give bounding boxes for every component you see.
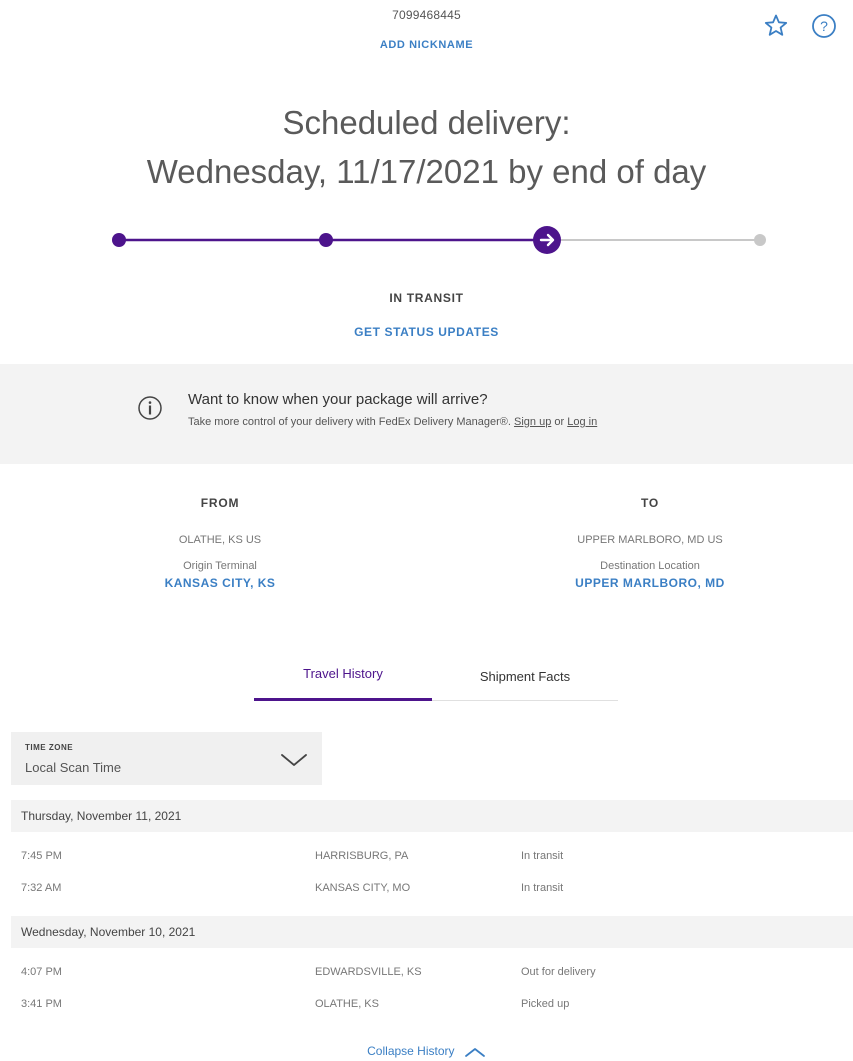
- event-time: 7:32 AM: [21, 882, 62, 894]
- to-heading: TO: [640, 496, 660, 510]
- history-event: 3:41 PM OLATHE, KS Picked up: [11, 990, 853, 1022]
- to-location-link[interactable]: UPPER MARLBORO, MD: [520, 576, 780, 590]
- question-circle-icon[interactable]: ?: [810, 12, 838, 40]
- event-time: 3:41 PM: [21, 998, 62, 1010]
- progress-step-pending: [754, 234, 766, 246]
- time-zone-value: Local Scan Time: [25, 760, 122, 775]
- history-date: Thursday, November 11, 2021: [11, 800, 853, 832]
- delivery-heading: Scheduled delivery:: [282, 104, 571, 141]
- history-tabs: Travel History Shipment Facts: [254, 661, 618, 701]
- promo-subtitle: Take more control of your delivery with …: [188, 416, 597, 428]
- history-event: 7:45 PM HARRISBURG, PA In transit: [11, 842, 853, 874]
- event-location: EDWARDSVILLE, KS: [315, 966, 422, 978]
- promo-text: Take more control of your delivery with …: [188, 416, 511, 428]
- history-event: 7:32 AM KANSAS CITY, MO In transit: [11, 874, 853, 906]
- to-location-type: Destination Location: [600, 560, 700, 572]
- status-label: IN TRANSIT: [389, 291, 464, 305]
- star-icon[interactable]: [762, 12, 790, 40]
- promo-title: Want to know when your package will arri…: [188, 391, 488, 408]
- tab-travel-history[interactable]: Travel History: [254, 661, 432, 701]
- event-status: Picked up: [521, 998, 570, 1010]
- from-location-type: Origin Terminal: [183, 560, 257, 572]
- travel-history: Thursday, November 11, 2021 7:45 PM HARR…: [11, 800, 853, 1032]
- to-city: UPPER MARLBORO, MD US: [577, 534, 723, 546]
- promo-or: or: [554, 416, 565, 428]
- svg-text:?: ?: [820, 18, 828, 34]
- collapse-history-label: Collapse History: [367, 1044, 455, 1058]
- chevron-up-icon: [464, 1047, 485, 1057]
- time-zone-label: TIME ZONE: [25, 743, 74, 752]
- from-city: OLATHE, KS US: [178, 534, 262, 546]
- info-circle-icon: [136, 394, 164, 422]
- event-status: Out for delivery: [521, 966, 596, 978]
- progress-step-complete: [319, 233, 333, 247]
- history-date: Wednesday, November 10, 2021: [11, 916, 853, 948]
- sign-up-link[interactable]: Sign up: [514, 416, 551, 428]
- from-location-link[interactable]: KANSAS CITY, KS: [90, 576, 350, 590]
- add-nickname-link[interactable]: ADD NICKNAME: [0, 39, 853, 51]
- event-location: OLATHE, KS: [315, 998, 379, 1010]
- chevron-down-icon: [279, 752, 309, 768]
- event-location: HARRISBURG, PA: [315, 850, 409, 862]
- get-status-updates-link[interactable]: GET STATUS UPDATES: [0, 325, 853, 339]
- tracking-number: 7099468445: [392, 8, 461, 22]
- progress-tracker: [100, 222, 780, 258]
- collapse-history-button[interactable]: Collapse History: [0, 1044, 853, 1058]
- event-time: 7:45 PM: [21, 850, 62, 862]
- progress-step-complete: [112, 233, 126, 247]
- from-heading: FROM: [200, 496, 240, 510]
- to-section: TO UPPER MARLBORO, MD US Destination Loc…: [520, 496, 780, 590]
- event-time: 4:07 PM: [21, 966, 62, 978]
- event-location: KANSAS CITY, MO: [315, 882, 411, 894]
- event-status: In transit: [521, 882, 564, 894]
- delivery-date: Wednesday, 11/17/2021 by end of day: [146, 153, 707, 190]
- time-zone-select[interactable]: TIME ZONE Local Scan Time: [11, 732, 322, 785]
- log-in-link[interactable]: Log in: [567, 416, 597, 428]
- tab-shipment-facts[interactable]: Shipment Facts: [432, 661, 618, 701]
- delivery-manager-banner: Want to know when your package will arri…: [0, 364, 853, 464]
- event-status: In transit: [521, 850, 564, 862]
- history-event: 4:07 PM EDWARDSVILLE, KS Out for deliver…: [11, 958, 853, 990]
- from-section: FROM OLATHE, KS US Origin Terminal KANSA…: [90, 496, 350, 590]
